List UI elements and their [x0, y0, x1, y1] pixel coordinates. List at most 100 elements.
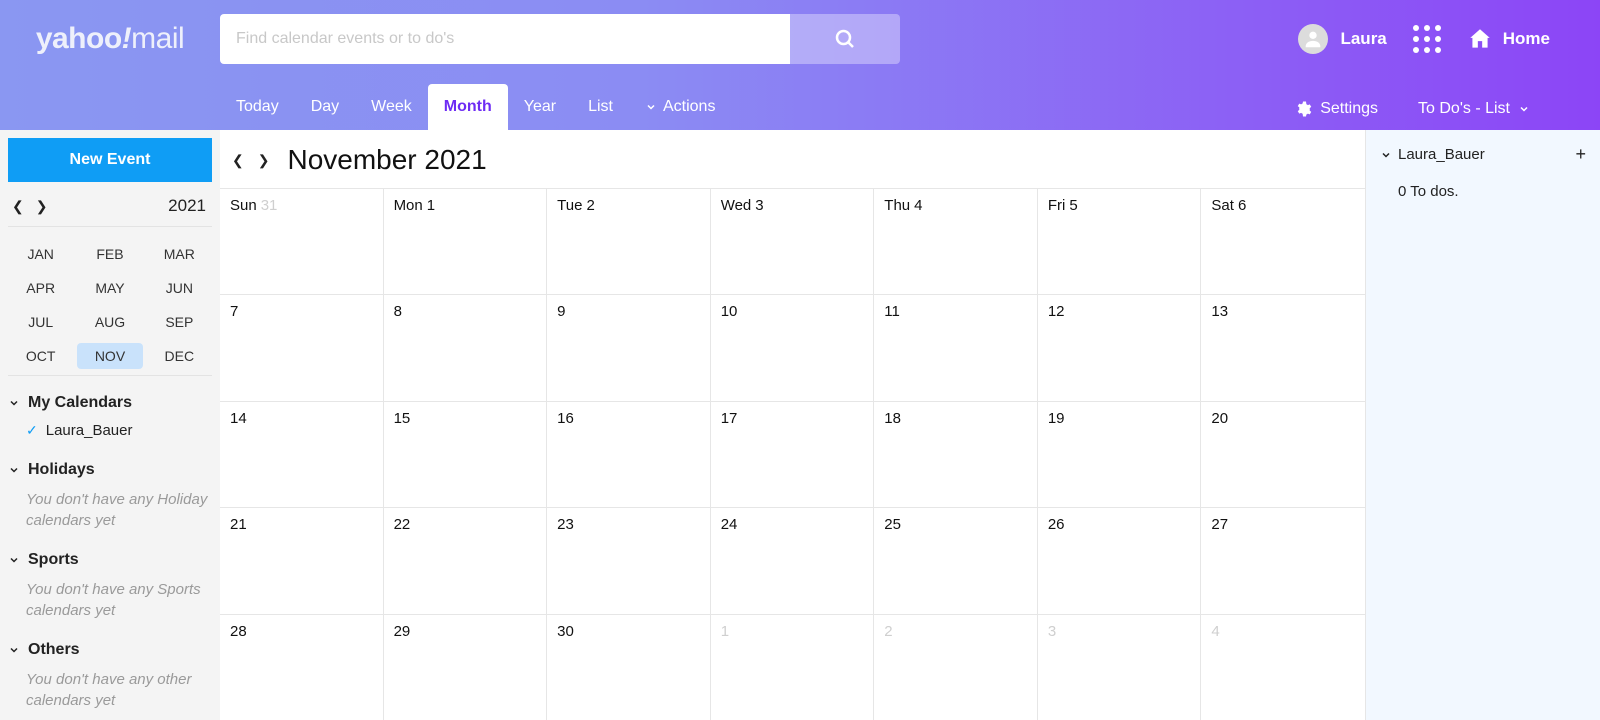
day-cell[interactable]: 25 — [874, 507, 1038, 613]
day-cell[interactable]: 20 — [1201, 401, 1365, 507]
day-cell[interactable]: 9 — [547, 294, 711, 400]
avatar-icon — [1298, 24, 1328, 54]
day-cell[interactable]: 3 — [1038, 614, 1202, 720]
day-cell[interactable]: Wed3 — [711, 188, 875, 294]
todos-view-selector[interactable]: To Do's - List — [1418, 100, 1530, 118]
day-cell[interactable]: 11 — [874, 294, 1038, 400]
mini-month-dec[interactable]: DEC — [147, 343, 212, 369]
day-number: 26 — [1048, 516, 1065, 533]
tab-day[interactable]: Day — [295, 84, 355, 130]
day-cell[interactable]: Thu4 — [874, 188, 1038, 294]
day-number: 20 — [1211, 410, 1228, 427]
day-cell[interactable]: 14 — [220, 401, 384, 507]
day-cell[interactable]: 7 — [220, 294, 384, 400]
sports-header[interactable]: Sports — [8, 551, 212, 575]
day-cell[interactable]: 17 — [711, 401, 875, 507]
prev-month[interactable]: ❮ — [232, 152, 244, 169]
day-cell[interactable]: 12 — [1038, 294, 1202, 400]
chevron-down-icon — [8, 644, 20, 656]
mini-month-jun[interactable]: JUN — [147, 275, 212, 301]
day-cell[interactable]: 24 — [711, 507, 875, 613]
calendar-item-laura-bauer[interactable]: ✓ Laura_Bauer — [8, 418, 212, 443]
search-input[interactable] — [220, 14, 790, 64]
home-label: Home — [1503, 29, 1550, 49]
mini-month-jul[interactable]: JUL — [8, 309, 73, 335]
day-number: 2 — [884, 623, 892, 640]
mini-month-feb[interactable]: FEB — [77, 241, 142, 267]
tab-year[interactable]: Year — [508, 84, 572, 130]
day-cell[interactable]: 4 — [1201, 614, 1365, 720]
day-number: 31 — [261, 197, 278, 214]
my-calendars-header[interactable]: My Calendars — [8, 394, 212, 418]
tab-list[interactable]: List — [572, 84, 629, 130]
day-cell[interactable]: Sat6 — [1201, 188, 1365, 294]
day-number: 14 — [230, 410, 247, 427]
day-cell[interactable]: Tue2 — [547, 188, 711, 294]
day-cell[interactable]: 15 — [384, 401, 548, 507]
day-number: 4 — [1211, 623, 1219, 640]
others-header[interactable]: Others — [8, 641, 212, 665]
mini-month-aug[interactable]: AUG — [77, 309, 142, 335]
day-number: 1 — [427, 197, 435, 214]
add-todo-button[interactable]: + — [1575, 144, 1586, 165]
mini-month-oct[interactable]: OCT — [8, 343, 73, 369]
day-cell[interactable]: 28 — [220, 614, 384, 720]
mini-month-nov[interactable]: NOV — [77, 343, 142, 369]
search-button[interactable] — [790, 14, 900, 64]
day-cell[interactable]: 8 — [384, 294, 548, 400]
day-cell[interactable]: 2 — [874, 614, 1038, 720]
mini-month-jan[interactable]: JAN — [8, 241, 73, 267]
day-cell[interactable]: 23 — [547, 507, 711, 613]
user-menu[interactable]: Laura — [1298, 24, 1386, 54]
mini-next-year[interactable]: ❯ — [36, 198, 48, 215]
day-cell[interactable]: Sun31 — [220, 188, 384, 294]
day-number: 29 — [394, 623, 411, 640]
day-number: 24 — [721, 516, 738, 533]
chevron-down-icon — [8, 464, 20, 476]
apps-icon[interactable] — [1413, 25, 1441, 53]
logo[interactable]: yahoo!mail — [0, 22, 220, 56]
mini-month-apr[interactable]: APR — [8, 275, 73, 301]
day-cell[interactable]: 19 — [1038, 401, 1202, 507]
day-cell[interactable]: 27 — [1201, 507, 1365, 613]
tab-week[interactable]: Week — [355, 84, 428, 130]
day-number: 15 — [394, 410, 411, 427]
new-event-button[interactable]: New Event — [8, 138, 212, 182]
day-number: 9 — [557, 303, 565, 320]
others-empty-text: You don't have any other calendars yet — [8, 665, 212, 713]
day-cell[interactable]: 30 — [547, 614, 711, 720]
tab-today[interactable]: Today — [220, 84, 295, 130]
day-cell[interactable]: 10 — [711, 294, 875, 400]
mini-month-may[interactable]: MAY — [77, 275, 142, 301]
settings-button[interactable]: Settings — [1294, 100, 1378, 118]
todo-list-header[interactable]: Laura_Bauer — [1380, 146, 1485, 163]
day-number: 8 — [394, 303, 402, 320]
day-number: 10 — [721, 303, 738, 320]
day-of-week-label: Wed — [721, 197, 752, 214]
day-number: 1 — [721, 623, 729, 640]
tab-actions[interactable]: Actions — [629, 84, 731, 130]
day-cell[interactable]: 26 — [1038, 507, 1202, 613]
day-cell[interactable]: 22 — [384, 507, 548, 613]
mini-prev-year[interactable]: ❮ — [12, 198, 24, 215]
holidays-header[interactable]: Holidays — [8, 461, 212, 485]
mini-month-mar[interactable]: MAR — [147, 241, 212, 267]
mini-month-sep[interactable]: SEP — [147, 309, 212, 335]
day-cell[interactable]: 16 — [547, 401, 711, 507]
next-month[interactable]: ❯ — [258, 152, 270, 169]
day-of-week-label: Tue — [557, 197, 582, 214]
day-cell[interactable]: 29 — [384, 614, 548, 720]
mini-year-label: 2021 — [168, 196, 206, 216]
day-cell[interactable]: 18 — [874, 401, 1038, 507]
home-link[interactable]: Home — [1467, 26, 1550, 52]
day-cell[interactable]: 21 — [220, 507, 384, 613]
day-cell[interactable]: Mon1 — [384, 188, 548, 294]
day-of-week-label: Mon — [394, 197, 423, 214]
tab-month[interactable]: Month — [428, 84, 508, 130]
day-cell[interactable]: 13 — [1201, 294, 1365, 400]
chevron-down-icon — [1518, 103, 1530, 115]
chevron-down-icon — [645, 101, 657, 113]
day-cell[interactable]: 1 — [711, 614, 875, 720]
day-cell[interactable]: Fri5 — [1038, 188, 1202, 294]
day-number: 7 — [230, 303, 238, 320]
